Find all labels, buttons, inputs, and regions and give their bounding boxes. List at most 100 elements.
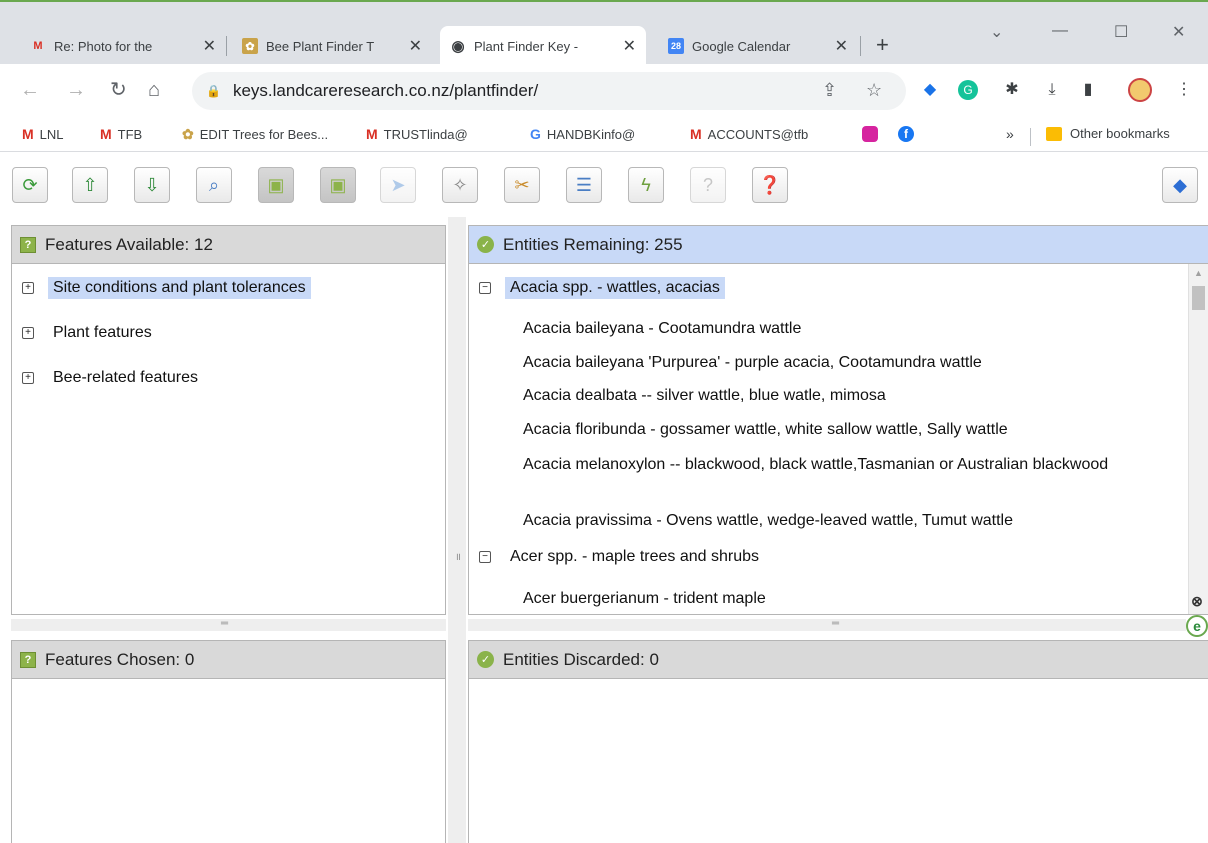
tab-label: Google Calendar xyxy=(692,38,791,54)
avatar[interactable] xyxy=(1128,78,1152,102)
move-up-icon[interactable]: ⇧ xyxy=(72,167,108,203)
close-icon[interactable]: ✕ xyxy=(409,36,422,56)
vertical-splitter[interactable]: ॥ xyxy=(448,217,466,843)
bookmark-accounts-tfb[interactable]: M ACCOUNTS@tfb xyxy=(690,126,808,142)
close-circle-icon[interactable]: ⊗ xyxy=(1186,590,1208,612)
window-close-icon[interactable]: ✕ xyxy=(1172,22,1185,42)
bookmark-tfb[interactable]: M TFB xyxy=(100,126,142,142)
expand-icon[interactable]: + xyxy=(22,282,34,294)
bookmark-handbkinfo[interactable]: G HANDBKinfo@ xyxy=(530,126,635,142)
entity-group-acer[interactable]: − Acer spp. - maple trees and shrubs xyxy=(479,546,764,568)
bookmark-lnl[interactable]: M LNL xyxy=(22,126,64,142)
restart-icon[interactable]: ⟳ xyxy=(12,167,48,203)
extension-cap-icon[interactable]: ◆ xyxy=(918,78,942,102)
entity-item[interactable]: Acacia floribunda - gossamer wattle, whi… xyxy=(523,419,1123,440)
entity-item[interactable]: Acacia baileyana - Cootamundra wattle xyxy=(523,318,1123,339)
search-icon[interactable]: ⌕ xyxy=(196,167,232,203)
show-entities-image-icon[interactable]: ▣ xyxy=(320,167,356,203)
lock-icon: 🔒 xyxy=(206,84,221,98)
entities-scrollbar[interactable]: ▲ xyxy=(1188,264,1208,614)
share-icon[interactable]: ⇪ xyxy=(822,81,837,99)
tab-label: Bee Plant Finder T xyxy=(266,38,375,54)
scroll-thumb[interactable] xyxy=(1192,286,1205,310)
expand-icon[interactable]: + xyxy=(22,327,34,339)
url-text: keys.landcareresearch.co.nz/plantfinder/ xyxy=(232,81,539,100)
extension-e-icon[interactable]: e xyxy=(1186,615,1208,637)
bookmark-facebook[interactable]: f xyxy=(898,126,914,142)
bookmark-edit-trees-for-bees[interactable]: ✿ EDIT Trees for Bees... xyxy=(182,126,328,143)
entity-item[interactable]: Acer buergerianum - trident maple xyxy=(523,588,1123,609)
gmail-icon: M xyxy=(100,126,112,142)
feature-site-conditions[interactable]: + Site conditions and plant tolerances xyxy=(22,277,311,299)
bookmark-label: TFB xyxy=(117,126,143,142)
home-icon[interactable]: ⌂ xyxy=(148,80,160,100)
grammarly-icon[interactable]: G xyxy=(956,78,980,102)
bookmark-trustlinda[interactable]: M TRUSTlinda@ xyxy=(366,126,468,142)
entity-item[interactable]: Acacia melanoxylon -- blackwood, black w… xyxy=(523,454,1123,475)
entity-group-acacia[interactable]: − Acacia spp. - wattles, acacias xyxy=(479,277,725,299)
tag-icon[interactable]: ➤ xyxy=(380,167,416,203)
feature-bee-related[interactable]: + Bee-related features xyxy=(22,367,203,389)
entity-group-label: Acer spp. - maple trees and shrubs xyxy=(510,548,760,565)
differences-icon[interactable]: ? xyxy=(690,167,726,203)
side-panel-icon[interactable]: ▮ xyxy=(1076,78,1100,102)
reload-icon[interactable]: ↻ xyxy=(110,80,127,100)
magic-wand-icon[interactable]: ✧ xyxy=(442,167,478,203)
help-icon[interactable]: ❓ xyxy=(752,167,788,203)
close-icon[interactable]: ✕ xyxy=(835,36,848,56)
features-chosen-panel: ? Features Chosen: 0 xyxy=(11,640,446,843)
browser-tab-plant-finder-key[interactable]: ◉ Plant Finder Key - ✕ xyxy=(440,26,646,66)
feature-label: Site conditions and plant tolerances xyxy=(48,277,311,299)
collapse-icon[interactable]: − xyxy=(479,551,491,563)
entity-group-label: Acacia spp. - wattles, acacias xyxy=(505,277,725,299)
address-bar[interactable]: 🔒 keys.landcareresearch.co.nz/plantfinde… xyxy=(192,72,906,110)
tab-separator xyxy=(860,36,861,56)
bookmarks-overflow-button[interactable]: » xyxy=(1006,126,1014,142)
gmail-icon: M xyxy=(690,126,702,142)
entity-item[interactable]: Acacia baileyana 'Purpurea' - purple aca… xyxy=(523,352,1123,373)
browser-tab-gmail[interactable]: M Re: Photo for the ✕ xyxy=(20,26,226,66)
splitter-grip-icon: ॥ xyxy=(455,552,461,563)
entity-item[interactable]: Acacia dealbata -- silver wattle, blue w… xyxy=(523,385,1123,406)
back-icon[interactable]: ← xyxy=(20,80,40,100)
instagram-icon xyxy=(862,126,878,142)
lucid-logo-icon[interactable]: ◆ xyxy=(1162,167,1198,203)
feature-plant-features[interactable]: + Plant features xyxy=(22,322,157,344)
tab-separator xyxy=(226,36,227,56)
scroll-up-icon[interactable]: ▲ xyxy=(1194,268,1203,278)
extensions-puzzle-icon[interactable]: ✱ xyxy=(1000,78,1024,102)
expand-icon[interactable]: + xyxy=(22,372,34,384)
other-bookmarks[interactable]: Other bookmarks xyxy=(1046,126,1170,141)
entity-item[interactable]: Acacia pravissima - Ovens wattle, wedge-… xyxy=(523,510,1123,531)
splitter-grip-icon: ═ xyxy=(221,618,229,629)
close-icon[interactable]: ✕ xyxy=(623,36,636,56)
prune-icon[interactable]: ✂ xyxy=(504,167,540,203)
lightning-icon[interactable]: ϟ xyxy=(628,167,664,203)
browser-tab-bee-plant-finder[interactable]: ✿ Bee Plant Finder T ✕ xyxy=(232,26,432,66)
tab-search-icon[interactable]: ⌄ xyxy=(990,22,1003,42)
new-tab-button[interactable]: + xyxy=(876,34,889,56)
list-icon[interactable]: ☰ xyxy=(566,167,602,203)
features-available-panel: ? Features Available: 12 + Site conditio… xyxy=(11,225,446,615)
right-horizontal-splitter[interactable]: ═ xyxy=(468,619,1186,631)
close-icon[interactable]: ✕ xyxy=(203,36,216,56)
download-icon[interactable]: ⤓ xyxy=(1040,78,1064,102)
browser-tab-google-calendar[interactable]: 28 Google Calendar ✕ xyxy=(658,26,858,66)
collapse-icon[interactable]: − xyxy=(479,282,491,294)
bookmark-label: HANDBKinfo@ xyxy=(546,126,636,142)
browser-tab-strip: M Re: Photo for the ✕ ✿ Bee Plant Finder… xyxy=(0,0,1208,66)
menu-kebab-icon[interactable]: ⋮ xyxy=(1172,78,1196,102)
check-icon: ✓ xyxy=(477,236,494,253)
left-horizontal-splitter[interactable]: ═ xyxy=(11,619,446,631)
bookmark-star-icon[interactable]: ☆ xyxy=(866,81,882,99)
move-down-icon[interactable]: ⇩ xyxy=(134,167,170,203)
forward-icon[interactable]: → xyxy=(66,80,86,100)
question-icon: ? xyxy=(20,236,36,253)
maximize-icon[interactable]: ☐ xyxy=(1114,22,1128,42)
gmail-icon: M xyxy=(366,126,378,142)
show-features-image-icon[interactable]: ▣ xyxy=(258,167,294,203)
minimize-icon[interactable]: — xyxy=(1052,22,1068,40)
splitter-grip-icon: ═ xyxy=(832,618,840,629)
facebook-icon: f xyxy=(898,126,914,142)
bookmark-instagram[interactable] xyxy=(862,126,878,142)
